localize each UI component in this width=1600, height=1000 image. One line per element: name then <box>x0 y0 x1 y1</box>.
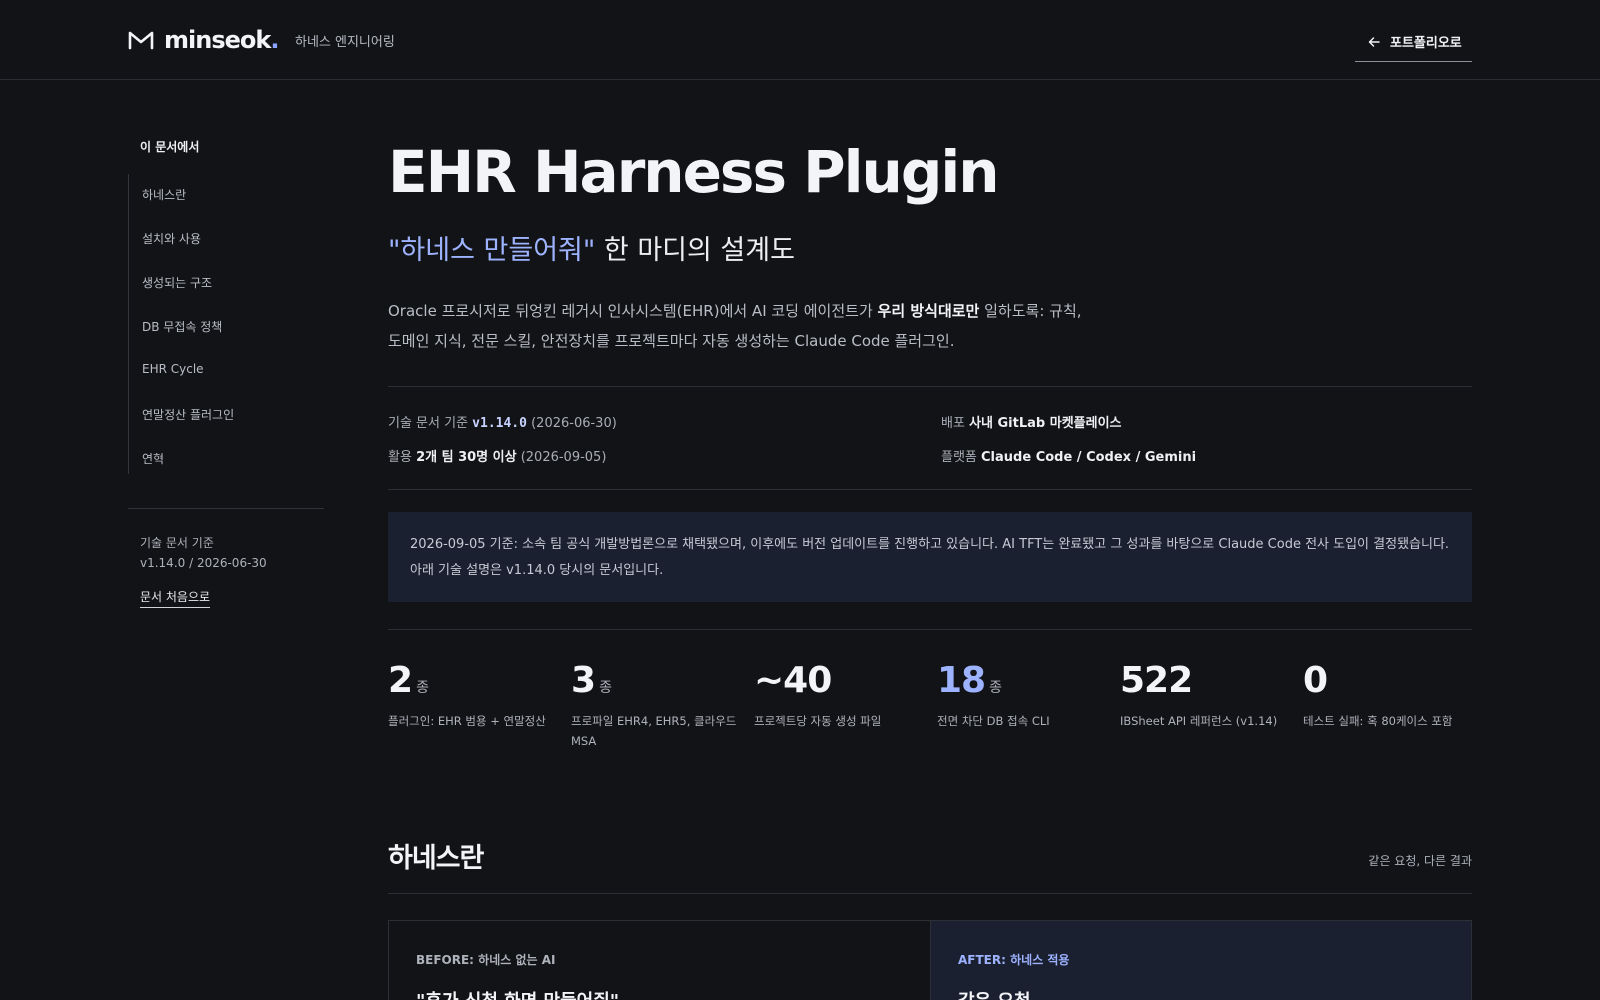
stat-label: IBSheet API 레퍼런스 (v1.14) <box>1120 714 1278 728</box>
toc-item-install[interactable]: 설치와 사용 <box>142 230 201 247</box>
stat-value: 2종 <box>388 660 429 701</box>
compare-before-card: BEFORE: 하네스 없는 AI "휴가 신청 화면 만들어줘" <box>388 920 931 1000</box>
stat-profiles: 3종 프로파일 EHR4, EHR5, 클라우드 MSA <box>571 660 741 751</box>
meta-usage: 활용 2개 팀 30명 이상 (2026-09-05) <box>388 450 607 465</box>
page-description: Oracle 프로시저로 뒤엉킨 레거시 인사시스템(EHR)에서 AI 코딩 … <box>388 302 1082 350</box>
top-header: minseok. 하네스 엔지니어링 포트폴리오로 <box>0 0 1600 80</box>
sidebar-divider <box>128 508 324 509</box>
sidebar-meta-label: 기술 문서 기준 <box>140 536 214 550</box>
meta-deploy: 배포 사내 GitLab 마켓플레이스 <box>941 416 1122 431</box>
brand-logo[interactable]: minseok. <box>128 26 279 54</box>
toc-item-ehr-cycle[interactable]: EHR Cycle <box>142 362 204 376</box>
mail-logo-icon <box>128 31 154 50</box>
stat-value: 3종 <box>571 660 612 701</box>
stat-label: 프로파일 EHR4, EHR5, 클라우드 MSA <box>571 714 737 748</box>
divider <box>388 893 1472 894</box>
stat-value: 18 종 <box>937 660 1002 701</box>
header-subtitle: 하네스 엔지니어링 <box>295 35 395 50</box>
section-aside: 같은 요청, 다른 결과 <box>1368 854 1472 868</box>
notice-line-2: 아래 기술 설명은 v1.14.0 당시의 문서입니다. <box>410 563 664 578</box>
toc-item-structure[interactable]: 생성되는 구조 <box>142 274 212 291</box>
brand-name: minseok. <box>164 26 279 54</box>
back-link-label: 포트폴리오로 <box>1390 36 1462 51</box>
divider <box>388 629 1472 630</box>
stat-blocked-cli: 18 종 전면 차단 DB 접속 CLI <box>937 660 1107 731</box>
stat-test-failures: 0 테스트 실패: 혹 80케이스 포함 <box>1303 660 1473 731</box>
back-to-portfolio-link[interactable]: 포트폴리오로 <box>1355 22 1472 62</box>
compare-after-card: AFTER: 하네스 적용 같은 요청 <box>930 920 1472 1000</box>
stat-label: 테스트 실패: 혹 80케이스 포함 <box>1303 714 1453 728</box>
before-label: BEFORE: 하네스 없는 AI <box>416 953 556 967</box>
toc-item-history[interactable]: 연혁 <box>142 450 164 467</box>
arrow-left-icon <box>1368 36 1380 47</box>
after-quote: 같은 요청 <box>958 987 1031 1000</box>
toc-item-year-end-plugin[interactable]: 연말정산 플러그인 <box>142 406 234 423</box>
stat-plugins: 2종 플러그인: EHR 범용 + 연말정산 <box>388 660 558 731</box>
stat-files: ~40 프로젝트당 자동 생성 파일 <box>754 660 924 731</box>
after-label: AFTER: 하네스 적용 <box>958 953 1070 967</box>
notice-line-1: 2026-09-05 기준: 소속 팀 공식 개발방법론으로 채택됐으며, 이후… <box>410 537 1450 552</box>
stat-label: 프로젝트당 자동 생성 파일 <box>754 714 882 728</box>
page-title: EHR Harness Plugin <box>388 138 1000 206</box>
meta-platform: 플랫폼 Claude Code / Codex / Gemini <box>941 450 1197 465</box>
notice-box: 2026-09-05 기준: 소속 팀 공식 개발방법론으로 채택됐으며, 이후… <box>388 512 1472 602</box>
stat-label: 전면 차단 DB 접속 CLI <box>937 714 1050 728</box>
page-subtitle: "하네스 만들어줘" 한 마디의 설계도 <box>388 235 795 266</box>
stat-ibsheet-api: 522 IBSheet API 레퍼런스 (v1.14) <box>1120 660 1290 731</box>
meta-doc-version: 기술 문서 기준 v1.14.0 (2026-06-30) <box>388 416 617 431</box>
toc-list: 하네스란 설치와 사용 생성되는 구조 DB 무접속 정책 EHR Cycle … <box>128 174 324 474</box>
back-to-top-link[interactable]: 문서 처음으로 <box>140 588 211 608</box>
toc-item-harness[interactable]: 하네스란 <box>142 186 186 203</box>
divider <box>388 386 1472 387</box>
sidebar-meta-value: v1.14.0 / 2026-06-30 <box>140 556 267 570</box>
before-quote: "휴가 신청 화면 만들어줘" <box>416 987 619 1000</box>
stat-value: ~40 <box>754 660 832 701</box>
toc-item-db-policy[interactable]: DB 무접속 정책 <box>142 318 222 335</box>
stat-label: 플러그인: EHR 범용 + 연말정산 <box>388 714 546 728</box>
toc-title: 이 문서에서 <box>140 140 200 154</box>
stat-value: 522 <box>1120 660 1193 701</box>
stat-value: 0 <box>1303 660 1328 701</box>
divider <box>388 489 1472 490</box>
section-title-harness: 하네스란 <box>388 843 484 874</box>
